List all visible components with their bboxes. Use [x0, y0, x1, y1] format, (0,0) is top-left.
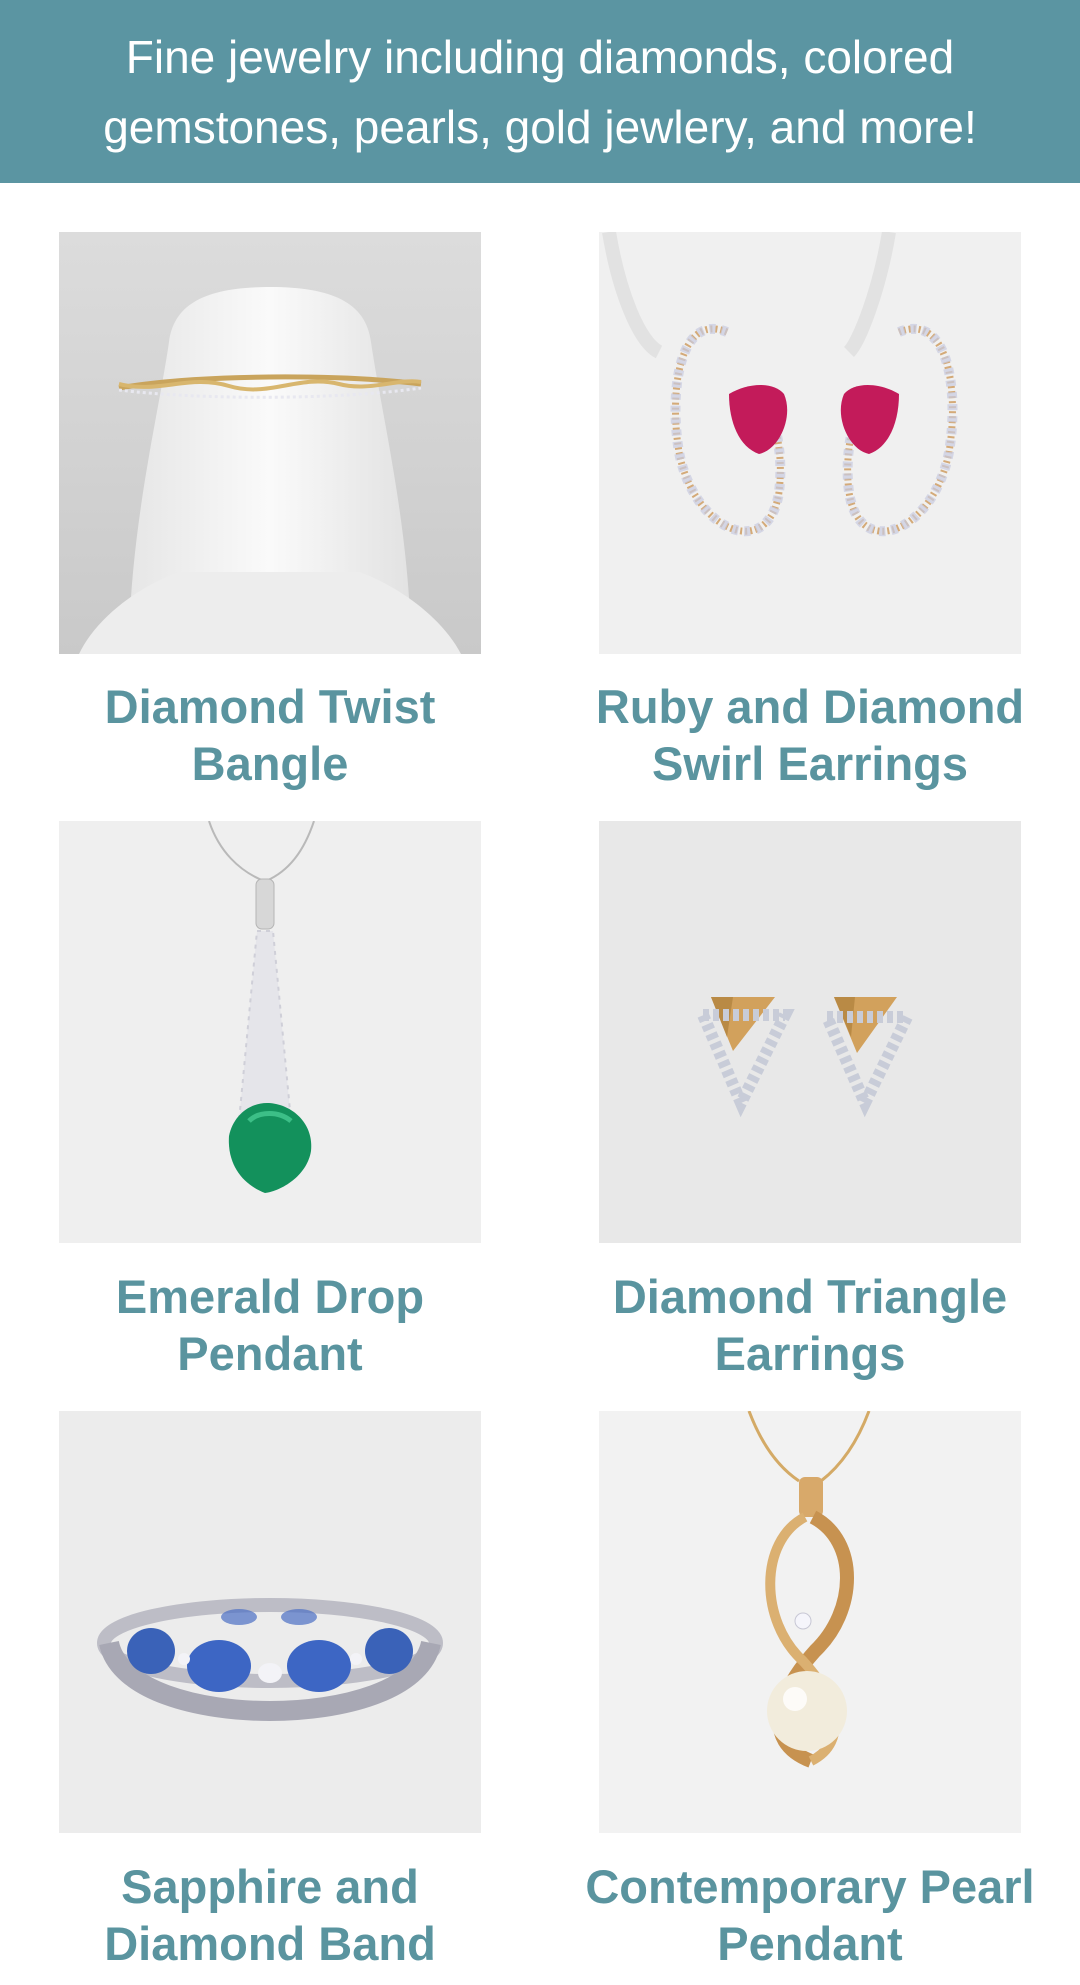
- product-title[interactable]: Sapphire and Diamond Band: [0, 1858, 540, 1972]
- header-banner: Fine jewelry including diamonds, colored…: [0, 0, 1080, 183]
- earrings-image: [599, 821, 1021, 1243]
- product-title[interactable]: Contemporary Pearl Pendant: [540, 1858, 1080, 1972]
- product-title-line: Emerald Drop: [115, 1270, 425, 1323]
- product-title-line: Pendant: [717, 1917, 903, 1970]
- product-title-line: Contemporary Pearl: [585, 1860, 1035, 1913]
- product-title-line: Diamond Twist: [104, 680, 436, 733]
- product-title-line: Diamond Band: [104, 1917, 436, 1970]
- product-image-sapphire-band[interactable]: [59, 1411, 481, 1833]
- product-title[interactable]: Diamond Twist Bangle: [0, 678, 540, 792]
- product-image-diamond-twist-bangle[interactable]: [59, 232, 481, 654]
- product-title-line: Sapphire and: [121, 1860, 419, 1913]
- pendant-image: [59, 821, 481, 1243]
- product-image-ruby-earrings[interactable]: [599, 232, 1021, 654]
- product-title[interactable]: Emerald Drop Pendant: [0, 1268, 540, 1382]
- pendant-image: [599, 1411, 1021, 1833]
- product-title-line: Ruby and Diamond: [595, 680, 1025, 733]
- product-image-pearl-pendant[interactable]: [599, 1411, 1021, 1833]
- earrings-image: [599, 232, 1021, 654]
- product-title-line: Bangle: [191, 737, 349, 790]
- product-title-line: Diamond Triangle: [612, 1270, 1008, 1323]
- bangle-image: [59, 232, 481, 654]
- banner-text: Fine jewelry including diamonds, colored…: [103, 30, 977, 153]
- product-title-line: Earrings: [714, 1327, 906, 1380]
- product-title-line: Pendant: [177, 1327, 363, 1380]
- ring-image: [59, 1411, 481, 1833]
- product-title[interactable]: Ruby and Diamond Swirl Earrings: [540, 678, 1080, 792]
- product-image-emerald-pendant[interactable]: [59, 821, 481, 1243]
- product-image-triangle-earrings[interactable]: [599, 821, 1021, 1243]
- product-title-line: Swirl Earrings: [651, 737, 969, 790]
- product-title[interactable]: Diamond Triangle Earrings: [540, 1268, 1080, 1382]
